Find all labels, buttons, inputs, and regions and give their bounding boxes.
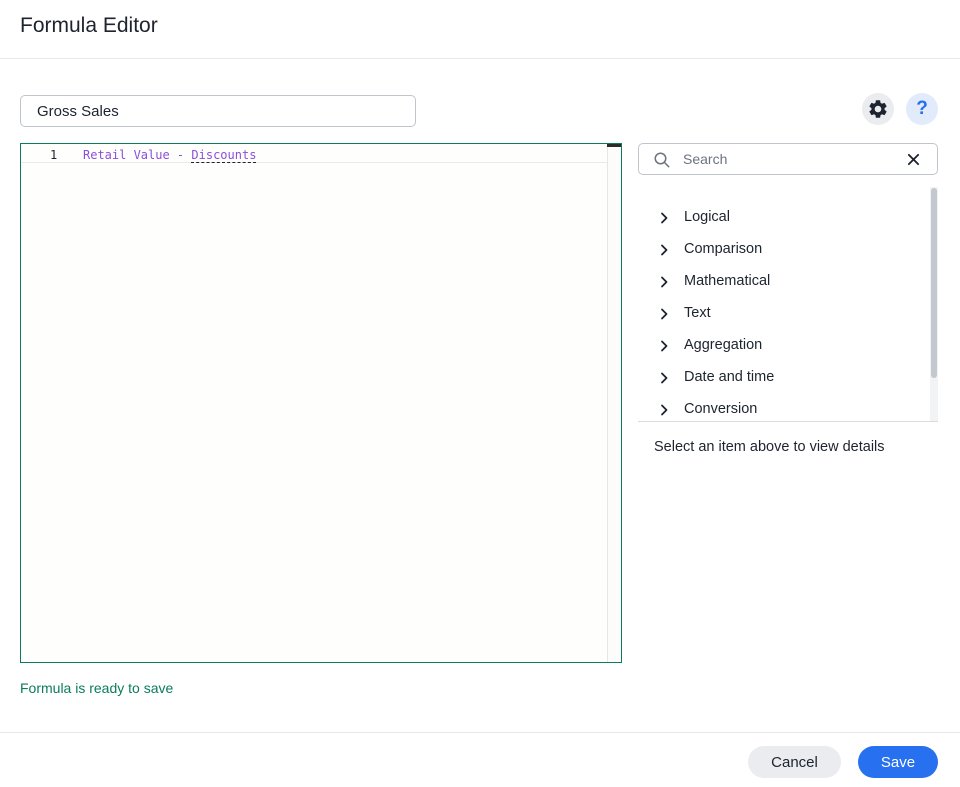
chevron-right-icon — [661, 244, 668, 256]
editor-line: 1 Retail Value - Discounts — [21, 146, 607, 163]
formula-name-input[interactable] — [20, 95, 416, 127]
chevron-right-icon — [661, 340, 668, 352]
category-conversion[interactable]: Conversion — [638, 393, 928, 421]
category-label: Mathematical — [684, 273, 771, 289]
close-icon[interactable] — [907, 153, 920, 166]
gear-icon — [869, 100, 887, 118]
chevron-right-icon — [661, 276, 668, 288]
function-details-placeholder: Select an item above to view details — [654, 439, 885, 455]
category-mathematical[interactable]: Mathematical — [638, 265, 928, 297]
formula-code[interactable]: Retail Value - Discounts — [83, 148, 257, 163]
category-comparison[interactable]: Comparison — [638, 233, 928, 265]
formula-code-editor[interactable]: 1 Retail Value - Discounts — [20, 143, 622, 663]
function-search-box — [638, 143, 938, 175]
save-button[interactable]: Save — [858, 746, 938, 778]
chevron-right-icon — [661, 308, 668, 320]
category-label: Aggregation — [684, 337, 763, 353]
chevron-right-icon — [661, 404, 668, 416]
dialog-title: Formula Editor — [20, 14, 158, 37]
category-label: Comparison — [684, 241, 763, 257]
category-aggregation[interactable]: Aggregation — [638, 329, 928, 361]
category-list-scrollbar-thumb[interactable] — [931, 188, 937, 378]
category-label: Logical — [684, 209, 730, 225]
search-input[interactable] — [683, 144, 893, 174]
divider — [638, 421, 938, 422]
cancel-button[interactable]: Cancel — [748, 746, 841, 778]
category-label: Date and time — [684, 369, 775, 385]
function-category-list: Logical Comparison Mathematical Text Agg… — [638, 187, 938, 421]
chevron-right-icon — [661, 212, 668, 224]
search-icon — [654, 152, 670, 168]
column-token: Discounts — [191, 148, 257, 163]
category-label: Text — [684, 305, 711, 321]
category-logical[interactable]: Logical — [638, 201, 928, 233]
category-text[interactable]: Text — [638, 297, 928, 329]
editor-scrollbar[interactable] — [607, 144, 621, 662]
line-number: 1 — [50, 148, 58, 162]
operator-token: - — [169, 148, 192, 162]
chevron-right-icon — [661, 372, 668, 384]
formula-editor-dialog: Formula Editor ? 1 Retail Value - Discou… — [0, 0, 960, 787]
dialog-header: Formula Editor — [0, 0, 960, 59]
editor-scrollbar-thumb[interactable] — [607, 144, 621, 147]
column-token: Retail Value — [83, 148, 170, 162]
category-date-and-time[interactable]: Date and time — [638, 361, 928, 393]
help-button[interactable]: ? — [906, 93, 938, 125]
help-icon: ? — [916, 98, 928, 119]
formula-status-message: Formula is ready to save — [20, 680, 174, 696]
settings-button[interactable] — [862, 93, 894, 125]
category-label: Conversion — [684, 401, 758, 417]
